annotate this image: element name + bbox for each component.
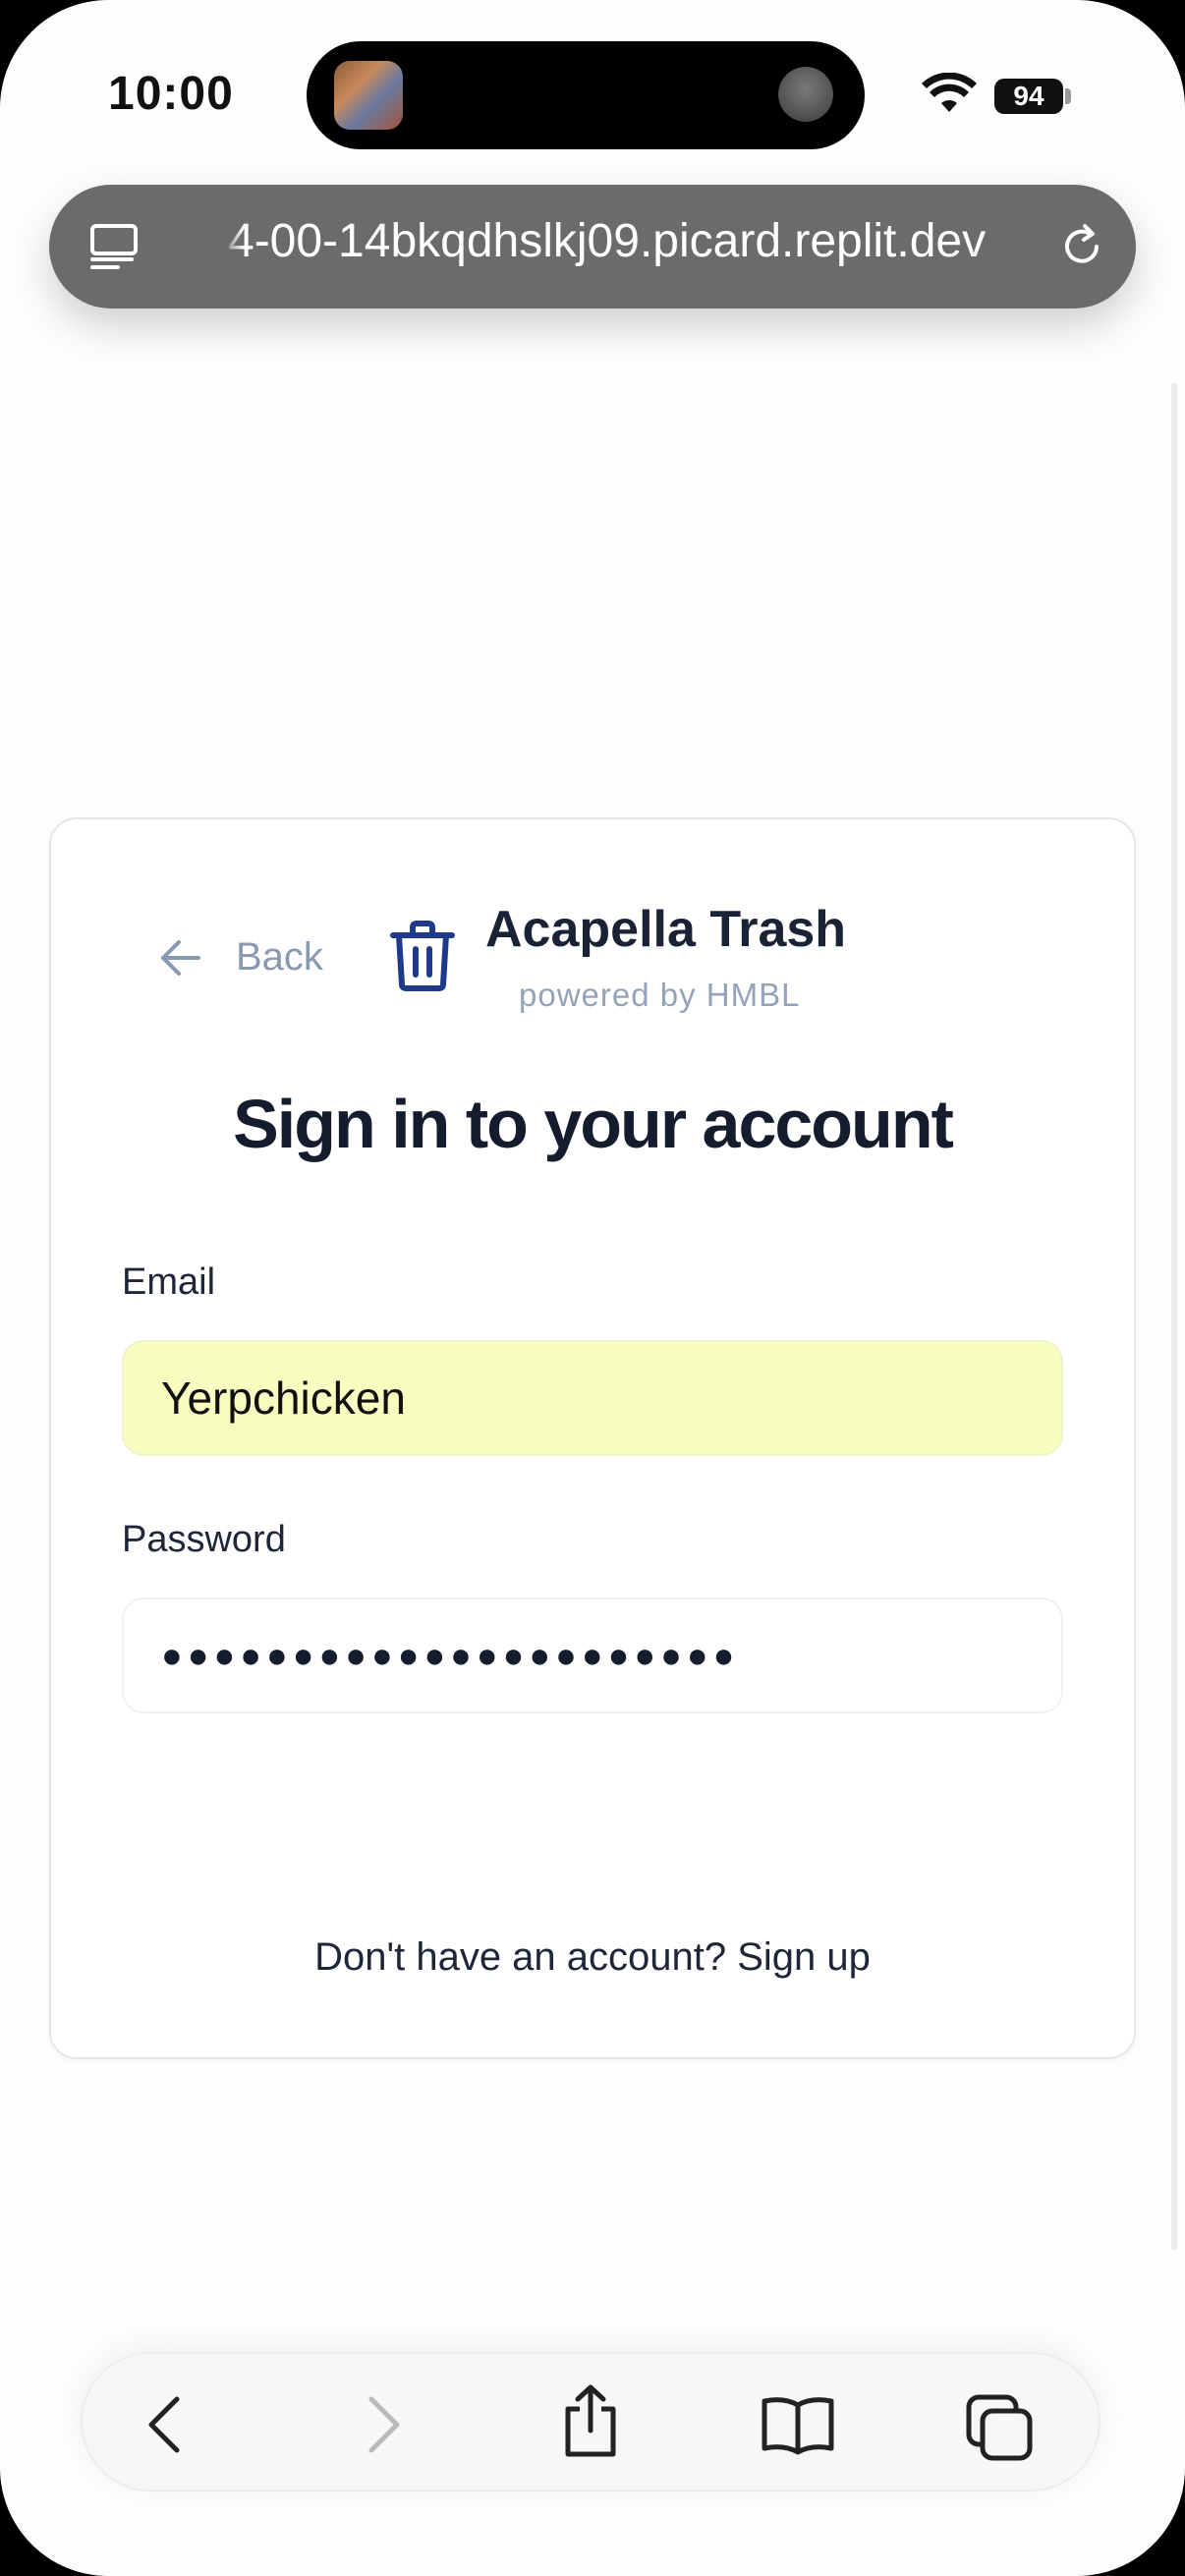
- back-icon[interactable]: [138, 2393, 200, 2456]
- now-playing-thumbnail[interactable]: [334, 61, 403, 130]
- url-text: 4-00-14bkqdhslkj09.picard.replit.dev: [228, 215, 987, 267]
- signup-link[interactable]: Sign up: [737, 1935, 871, 1979]
- reload-icon[interactable]: [1057, 222, 1106, 271]
- dynamic-island: [307, 41, 865, 149]
- scroll-indicator[interactable]: [1171, 383, 1177, 2250]
- battery-indicator: 94: [994, 79, 1063, 114]
- page-title: Sign in to your account: [233, 1086, 954, 1162]
- bookmarks-icon[interactable]: [761, 2393, 835, 2456]
- signup-prompt-text: Don't have an account?: [314, 1935, 738, 1979]
- tabs-icon[interactable]: [965, 2393, 1034, 2462]
- back-label: Back: [236, 935, 323, 979]
- brand-subtitle: powered by HMBL: [519, 977, 801, 1013]
- password-label: Password: [122, 1519, 286, 1560]
- battery-nub: [1065, 88, 1071, 104]
- password-field[interactable]: ●●●●●●●●●●●●●●●●●●●●●●: [122, 1597, 1063, 1713]
- address-bar[interactable]: 4-00-14bkqdhslkj09.picard.replit.dev: [49, 185, 1136, 308]
- arrow-left-icon: [161, 939, 200, 976]
- back-button[interactable]: Back: [159, 935, 323, 980]
- status-time: 10:00: [108, 68, 234, 120]
- share-icon[interactable]: [558, 2383, 623, 2458]
- page-menu-icon[interactable]: [88, 220, 141, 273]
- phone-screen: 10:00 94 4-00-14bkqdhslkj09.picard.repli…: [0, 0, 1185, 2576]
- camera-icon: [778, 67, 833, 122]
- email-field[interactable]: Yerpchicken: [122, 1340, 1063, 1456]
- email-label: Email: [122, 1261, 216, 1303]
- email-value: Yerpchicken: [161, 1372, 406, 1424]
- password-mask: ●●●●●●●●●●●●●●●●●●●●●●: [161, 1635, 740, 1675]
- forward-icon[interactable]: [348, 2393, 411, 2456]
- signup-prompt: Don't have an account? Sign up: [51, 1935, 1134, 1980]
- wifi-icon: [922, 73, 977, 112]
- url-fade: [222, 212, 244, 281]
- trash-icon: [390, 921, 455, 991]
- signin-card: Back Acapella Trash powered by HMBL Sign…: [49, 817, 1136, 2059]
- browser-toolbar: [81, 2352, 1100, 2492]
- brand-title: Acapella Trash: [485, 901, 847, 958]
